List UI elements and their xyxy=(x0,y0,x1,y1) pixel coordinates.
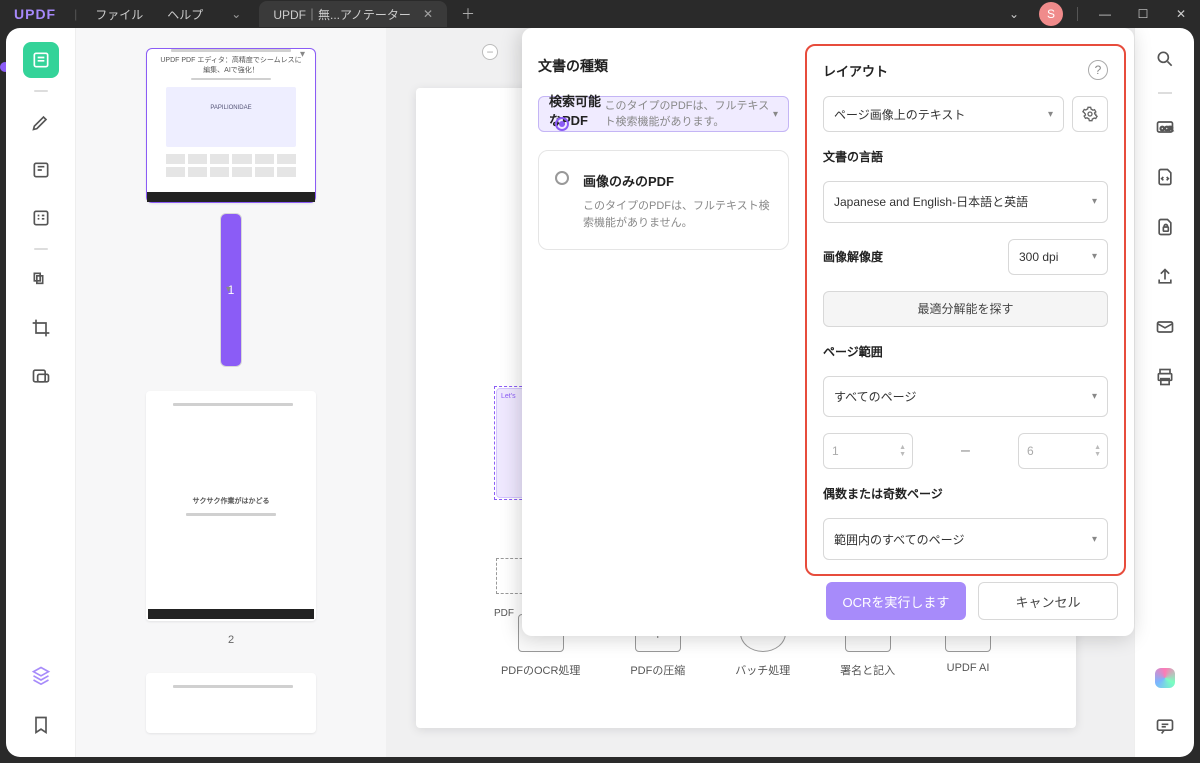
menu-help[interactable]: ヘルプ xyxy=(167,6,203,23)
titlebar: UPDF | ファイル ヘルプ ⌄ UPDF｜無...アノテーター ✕ ＋ ⌄ … xyxy=(0,0,1200,28)
action-ai-label: UPDF AI xyxy=(947,662,990,674)
tabs-dropdown-icon[interactable]: ⌄ xyxy=(231,7,241,21)
page-range-label: ページ範囲 xyxy=(823,343,1108,360)
radio-searchable[interactable] xyxy=(555,117,569,131)
action-sign-label: 署名と記入 xyxy=(840,662,895,678)
page-to-input[interactable]: 6▲▼ xyxy=(1018,433,1108,469)
thumbnail-page-1[interactable]: UPDF PDF エディタ：高精度でシームレスに編集、AIで強化！ PAPILI… xyxy=(146,48,316,203)
page-range-select[interactable]: すべてのページ xyxy=(823,376,1108,418)
tool-crop-icon[interactable] xyxy=(23,310,59,346)
tool-annotate-icon[interactable] xyxy=(23,104,59,140)
search-icon[interactable] xyxy=(1148,42,1182,76)
tool-bookmark-icon[interactable] xyxy=(23,707,59,743)
menu-file[interactable]: ファイル xyxy=(95,6,143,23)
tool-form-icon[interactable] xyxy=(23,200,59,236)
page-from-input[interactable]: 1▲▼ xyxy=(823,433,913,469)
right-toolbar: OCR xyxy=(1134,28,1194,757)
thumb2-caption: サクサク作業がはかどる xyxy=(193,496,270,506)
thumbnail-page-2[interactable]: サクサク作業がはかどる xyxy=(146,391,316,621)
thumb1-image: PAPILIONIDAE xyxy=(166,87,296,146)
language-select[interactable]: Japanese and English-日本語と英語 xyxy=(823,181,1108,223)
action-compress-label: PDFの圧縮 xyxy=(630,662,685,678)
resolution-label: 画像解像度 xyxy=(823,248,1000,265)
stepper-icon[interactable]: ▲▼ xyxy=(899,444,906,458)
canvas-area: − Let's PDF OCRPDFのOCR処理 →|←PDFの圧縮 ↻バッチ処… xyxy=(386,28,1134,757)
collapse-panel-icon[interactable]: − xyxy=(482,44,498,60)
action-ocr-label: PDFのOCR処理 xyxy=(501,662,580,678)
right-separator xyxy=(1158,92,1172,94)
stepper-icon-2[interactable]: ▲▼ xyxy=(1094,444,1101,458)
protect-icon[interactable] xyxy=(1148,210,1182,244)
tool-text-edit-icon[interactable] xyxy=(23,152,59,188)
thumbnail-panel: UPDF PDF エディタ：高精度でシームレスに編集、AIで強化！ PAPILI… xyxy=(76,28,386,757)
window-maximize-icon[interactable]: ☐ xyxy=(1124,7,1162,21)
option-image-only-pdf[interactable]: 画像のみのPDF このタイプのPDFは、フルテキスト検索機能がありません。 xyxy=(538,150,789,250)
left-toolbar xyxy=(6,28,76,757)
titlebar-divider xyxy=(1077,7,1078,21)
toolbar-separator xyxy=(34,90,48,92)
doctype-section: 文書の種類 検索可能なPDF このタイプのPDFは、フルテキスト検索機能がありま… xyxy=(522,28,805,636)
titlebar-separator: | xyxy=(74,7,77,21)
range-dash: – xyxy=(921,442,1010,460)
odd-even-label: 偶数または奇数ページ xyxy=(823,485,1108,502)
user-avatar[interactable]: S xyxy=(1039,2,1063,26)
app-frame: UPDF PDF エディタ：高精度でシームレスに編集、AIで強化！ PAPILI… xyxy=(6,28,1194,757)
window-dropdown-icon[interactable]: ⌄ xyxy=(995,7,1033,21)
thumbnail-page-3[interactable] xyxy=(146,673,316,733)
language-label: 文書の言語 xyxy=(823,148,1108,165)
tab-close-icon[interactable]: ✕ xyxy=(423,7,433,21)
comment-icon[interactable] xyxy=(1148,709,1182,743)
opt2-desc: このタイプのPDFは、フルテキスト検索機能がありません。 xyxy=(583,198,770,231)
option-searchable-pdf[interactable]: 検索可能なPDF このタイプのPDFは、フルテキスト検索機能があります。 xyxy=(538,96,789,132)
thumbnail-pagenum-1: 1 xyxy=(220,213,242,368)
app-logo: UPDF xyxy=(14,6,56,22)
execute-ocr-button[interactable]: OCRを実行します xyxy=(826,582,966,620)
opt1-desc: このタイプのPDFは、フルテキスト検索機能があります。 xyxy=(605,98,779,131)
svg-text:OCR: OCR xyxy=(1160,126,1173,132)
convert-icon[interactable] xyxy=(1148,160,1182,194)
layout-title: レイアウト xyxy=(823,61,888,80)
window-close-icon[interactable]: ✕ xyxy=(1162,7,1200,21)
tab-title: UPDF｜無...アノテーター xyxy=(273,6,411,23)
help-icon[interactable]: ? xyxy=(1088,60,1108,80)
window-minimize-icon[interactable]: — xyxy=(1086,7,1124,21)
opt2-title: 画像のみのPDF xyxy=(583,171,770,190)
email-icon[interactable] xyxy=(1148,310,1182,344)
panel-actions: OCRを実行します キャンセル xyxy=(826,582,1118,620)
tool-organize-icon[interactable] xyxy=(23,262,59,298)
layout-settings-icon[interactable] xyxy=(1072,96,1108,132)
layout-section: レイアウト ? ページ画像上のテキスト 文書の言語 Japanese and E… xyxy=(805,44,1126,576)
cancel-button[interactable]: キャンセル xyxy=(978,582,1118,620)
odd-even-select[interactable]: 範囲内のすべてのページ xyxy=(823,518,1108,560)
thumb1-heading: UPDF PDF エディタ：高精度でシームレスに編集、AIで強化！ xyxy=(157,55,305,75)
find-best-resolution-button[interactable]: 最適分解能を探す xyxy=(823,291,1108,327)
tool-reader-icon[interactable] xyxy=(23,42,59,78)
doctype-title: 文書の種類 xyxy=(538,56,789,76)
add-tab-icon[interactable]: ＋ xyxy=(461,4,475,24)
print-icon[interactable] xyxy=(1148,360,1182,394)
tool-layers-icon[interactable] xyxy=(23,657,59,693)
action-batch-label: バッチ処理 xyxy=(735,662,790,678)
radio-imageonly[interactable] xyxy=(555,171,569,185)
layout-mode-select[interactable]: ページ画像上のテキスト xyxy=(823,96,1064,132)
updf-ai-icon[interactable] xyxy=(1148,661,1182,695)
toolbar-separator-2 xyxy=(34,248,48,250)
tab-current[interactable]: UPDF｜無...アノテーター ✕ xyxy=(259,1,447,27)
resolution-select[interactable]: 300 dpi xyxy=(1008,239,1108,275)
ocr-panel: 文書の種類 検索可能なPDF このタイプのPDFは、フルテキスト検索機能がありま… xyxy=(522,28,1134,636)
thumbnail-pagenum-2: 2 xyxy=(220,631,242,649)
share-icon[interactable] xyxy=(1148,260,1182,294)
tool-redact-icon[interactable] xyxy=(23,358,59,394)
ocr-tool-icon[interactable]: OCR xyxy=(1148,110,1182,144)
